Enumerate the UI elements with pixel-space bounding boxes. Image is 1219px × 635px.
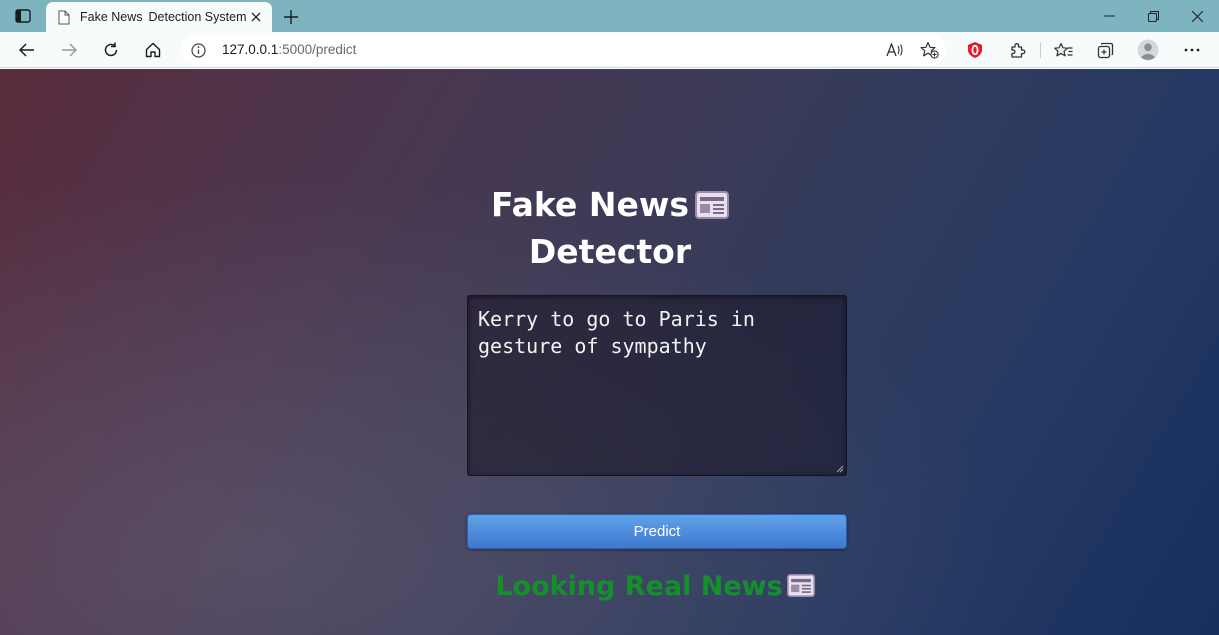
back-arrow-icon <box>19 43 34 57</box>
close-window-button[interactable] <box>1175 4 1219 28</box>
browser-titlebar: Fake News Detection System <box>0 0 1219 32</box>
browser-tab-active[interactable]: Fake News Detection System <box>46 2 272 32</box>
page-title: Fake News Detector <box>460 181 760 275</box>
sidebar-toggle-icon <box>15 9 31 23</box>
extensions-button[interactable] <box>1002 36 1032 64</box>
refresh-button[interactable] <box>96 36 126 64</box>
forward-button[interactable] <box>54 36 84 64</box>
opera-extension-button[interactable] <box>960 36 990 64</box>
address-url: 127.0.0.1:5000/predict <box>222 42 356 57</box>
resize-grip-icon[interactable] <box>836 465 844 473</box>
collections-icon <box>1097 42 1113 58</box>
back-button[interactable] <box>12 36 42 64</box>
new-tab-button[interactable] <box>280 6 302 28</box>
title-line-2: Detector <box>528 232 692 271</box>
read-aloud-button[interactable] <box>884 40 906 60</box>
restore-icon <box>1147 10 1159 22</box>
forward-arrow-icon <box>62 43 77 57</box>
page-favicon-icon <box>56 9 72 25</box>
address-bar[interactable]: 127.0.0.1:5000/predict <box>180 35 946 65</box>
close-icon <box>1191 10 1203 22</box>
add-favorite-icon <box>919 41 939 59</box>
news-text-value: Kerry to go to Paris in gesture of sympa… <box>478 307 755 358</box>
toolbar-divider <box>1040 42 1041 58</box>
more-options-button[interactable] <box>1177 36 1207 64</box>
profile-avatar-icon <box>1137 39 1159 61</box>
tab-title-part2: Detection System <box>148 10 246 24</box>
news-text-input[interactable]: Kerry to go to Paris in gesture of sympa… <box>467 295 847 476</box>
close-icon <box>251 12 261 22</box>
collections-button[interactable] <box>1090 36 1120 64</box>
info-icon[interactable] <box>190 42 206 58</box>
puzzle-icon <box>1010 42 1025 58</box>
page-content: Fake News Detector Kerry to go to Paris … <box>0 69 1219 635</box>
tab-actions-button[interactable] <box>8 4 38 28</box>
read-aloud-icon <box>886 43 903 57</box>
title-line-1: Fake News <box>491 185 689 224</box>
add-favorite-button[interactable] <box>918 40 940 60</box>
tab-title-part1: Fake News <box>80 10 143 24</box>
prediction-result: Looking Real News <box>430 571 880 602</box>
predict-button[interactable]: Predict <box>467 514 847 549</box>
home-button[interactable] <box>138 36 168 64</box>
tab-title: Fake News Detection System <box>80 10 246 24</box>
tab-close-button[interactable] <box>248 9 264 25</box>
restore-button[interactable] <box>1131 4 1175 28</box>
minimize-icon <box>1103 15 1115 17</box>
opera-extension-icon <box>968 42 982 58</box>
prediction-result-text: Looking Real News <box>495 571 783 602</box>
refresh-icon <box>104 42 118 57</box>
more-options-icon <box>1184 48 1200 52</box>
favorites-icon <box>1053 42 1072 57</box>
newspaper-icon <box>786 573 815 598</box>
profile-button[interactable] <box>1133 36 1163 64</box>
url-rest: :5000/predict <box>278 42 357 57</box>
newspaper-icon <box>694 191 729 219</box>
home-icon <box>145 42 161 58</box>
plus-icon <box>284 10 298 24</box>
minimize-button[interactable] <box>1087 4 1131 28</box>
favorites-button[interactable] <box>1048 36 1078 64</box>
browser-toolbar: 127.0.0.1:5000/predict <box>0 32 1219 68</box>
url-host: 127.0.0.1 <box>222 42 279 57</box>
